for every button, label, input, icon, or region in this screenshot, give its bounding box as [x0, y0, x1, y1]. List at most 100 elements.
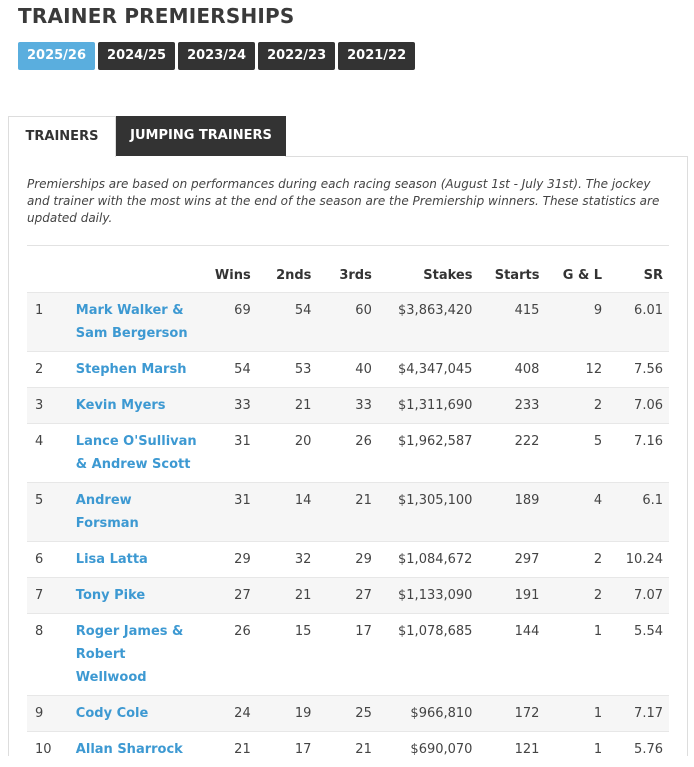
trainer-link[interactable]: Andrew Forsman	[76, 493, 139, 531]
col-starts-header[interactable]: Starts	[478, 258, 545, 293]
rank-cell: 5	[27, 483, 70, 542]
seconds-cell: 53	[257, 352, 318, 388]
col-thirds-header[interactable]: 3rds	[317, 258, 377, 293]
starts-cell: 408	[478, 352, 545, 388]
table-body: 1Mark Walker & Sam Bergerson695460$3,863…	[27, 293, 669, 767]
sr-cell: 7.17	[608, 696, 669, 732]
trainer-link[interactable]: Roger James & Robert Wellwood	[76, 624, 184, 685]
sr-cell: 10.24	[608, 542, 669, 578]
gl-cell: 4	[545, 483, 608, 542]
seconds-cell: 21	[257, 388, 318, 424]
table-row: 8Roger James & Robert Wellwood261517$1,0…	[27, 614, 669, 696]
starts-cell: 121	[478, 732, 545, 767]
col-name-header	[70, 258, 205, 293]
stakes-cell: $1,078,685	[378, 614, 479, 696]
premiership-table: Wins 2nds 3rds Stakes Starts G & L SR 1M…	[27, 258, 669, 767]
col-rank-header	[27, 258, 70, 293]
table-row: 6Lisa Latta293229$1,084,672297210.24	[27, 542, 669, 578]
trainer-link[interactable]: Tony Pike	[76, 588, 145, 603]
col-gl-header[interactable]: G & L	[545, 258, 608, 293]
rank-cell: 9	[27, 696, 70, 732]
col-seconds-header[interactable]: 2nds	[257, 258, 318, 293]
col-wins-header[interactable]: Wins	[205, 258, 257, 293]
rank-cell: 10	[27, 732, 70, 767]
thirds-cell: 21	[317, 483, 377, 542]
trainer-link[interactable]: Cody Cole	[76, 706, 149, 721]
trainer-name-cell: Stephen Marsh	[70, 352, 205, 388]
starts-cell: 297	[478, 542, 545, 578]
tab-jumping-trainers[interactable]: JUMPING TRAINERS	[116, 116, 286, 156]
starts-cell: 222	[478, 424, 545, 483]
stakes-cell: $3,863,420	[378, 293, 479, 352]
rank-cell: 2	[27, 352, 70, 388]
starts-cell: 415	[478, 293, 545, 352]
stakes-cell: $4,347,045	[378, 352, 479, 388]
gl-cell: 1	[545, 732, 608, 767]
starts-cell: 191	[478, 578, 545, 614]
season-button-2023-24[interactable]: 2023/24	[178, 42, 255, 70]
sr-cell: 6.1	[608, 483, 669, 542]
table-row: 9Cody Cole241925$966,81017217.17	[27, 696, 669, 732]
starts-cell: 144	[478, 614, 545, 696]
col-stakes-header[interactable]: Stakes	[378, 258, 479, 293]
gl-cell: 9	[545, 293, 608, 352]
wins-cell: 69	[205, 293, 257, 352]
trainer-link[interactable]: Mark Walker & Sam Bergerson	[76, 303, 188, 341]
stakes-cell: $1,311,690	[378, 388, 479, 424]
col-sr-header[interactable]: SR	[608, 258, 669, 293]
stakes-cell: $1,305,100	[378, 483, 479, 542]
trainer-name-cell: Roger James & Robert Wellwood	[70, 614, 205, 696]
trainer-name-cell: Mark Walker & Sam Bergerson	[70, 293, 205, 352]
table-row: 5Andrew Forsman311421$1,305,10018946.1	[27, 483, 669, 542]
season-button-2022-23[interactable]: 2022/23	[258, 42, 335, 70]
wins-cell: 31	[205, 483, 257, 542]
gl-cell: 1	[545, 696, 608, 732]
thirds-cell: 17	[317, 614, 377, 696]
rank-cell: 4	[27, 424, 70, 483]
wins-cell: 24	[205, 696, 257, 732]
gl-cell: 2	[545, 388, 608, 424]
tab-bar: TRAINERS JUMPING TRAINERS	[8, 116, 286, 157]
sr-cell: 7.06	[608, 388, 669, 424]
sr-cell: 6.01	[608, 293, 669, 352]
season-selector: 2025/26 2024/25 2023/24 2022/23 2021/22	[18, 42, 415, 70]
season-button-2024-25[interactable]: 2024/25	[98, 42, 175, 70]
gl-cell: 2	[545, 578, 608, 614]
trainer-link[interactable]: Lisa Latta	[76, 552, 148, 567]
page-title: TRAINER PREMIERSHIPS	[18, 4, 295, 28]
trainer-link[interactable]: Kevin Myers	[76, 398, 166, 413]
wins-cell: 31	[205, 424, 257, 483]
season-button-2021-22[interactable]: 2021/22	[338, 42, 415, 70]
table-row: 3Kevin Myers332133$1,311,69023327.06	[27, 388, 669, 424]
stakes-cell: $1,084,672	[378, 542, 479, 578]
seconds-cell: 17	[257, 732, 318, 767]
thirds-cell: 21	[317, 732, 377, 767]
seconds-cell: 14	[257, 483, 318, 542]
trainer-name-cell: Andrew Forsman	[70, 483, 205, 542]
stakes-cell: $1,133,090	[378, 578, 479, 614]
thirds-cell: 33	[317, 388, 377, 424]
trainer-name-cell: Allan Sharrock	[70, 732, 205, 767]
stakes-cell: $1,962,587	[378, 424, 479, 483]
trainer-name-cell: Lance O'Sullivan & Andrew Scott	[70, 424, 205, 483]
wins-cell: 33	[205, 388, 257, 424]
gl-cell: 5	[545, 424, 608, 483]
thirds-cell: 25	[317, 696, 377, 732]
stakes-cell: $690,070	[378, 732, 479, 767]
table-row: 2Stephen Marsh545340$4,347,045408127.56	[27, 352, 669, 388]
table-row: 10Allan Sharrock211721$690,07012115.76	[27, 732, 669, 767]
table-row: 4Lance O'Sullivan & Andrew Scott312026$1…	[27, 424, 669, 483]
wins-cell: 54	[205, 352, 257, 388]
season-button-2025-26[interactable]: 2025/26	[18, 42, 95, 70]
rank-cell: 7	[27, 578, 70, 614]
trainer-name-cell: Cody Cole	[70, 696, 205, 732]
seconds-cell: 19	[257, 696, 318, 732]
tab-trainers[interactable]: TRAINERS	[8, 116, 116, 157]
rank-cell: 6	[27, 542, 70, 578]
trainer-name-cell: Tony Pike	[70, 578, 205, 614]
wins-cell: 26	[205, 614, 257, 696]
trainer-link[interactable]: Lance O'Sullivan & Andrew Scott	[76, 434, 197, 472]
gl-cell: 2	[545, 542, 608, 578]
trainer-link[interactable]: Stephen Marsh	[76, 362, 187, 377]
rank-cell: 1	[27, 293, 70, 352]
